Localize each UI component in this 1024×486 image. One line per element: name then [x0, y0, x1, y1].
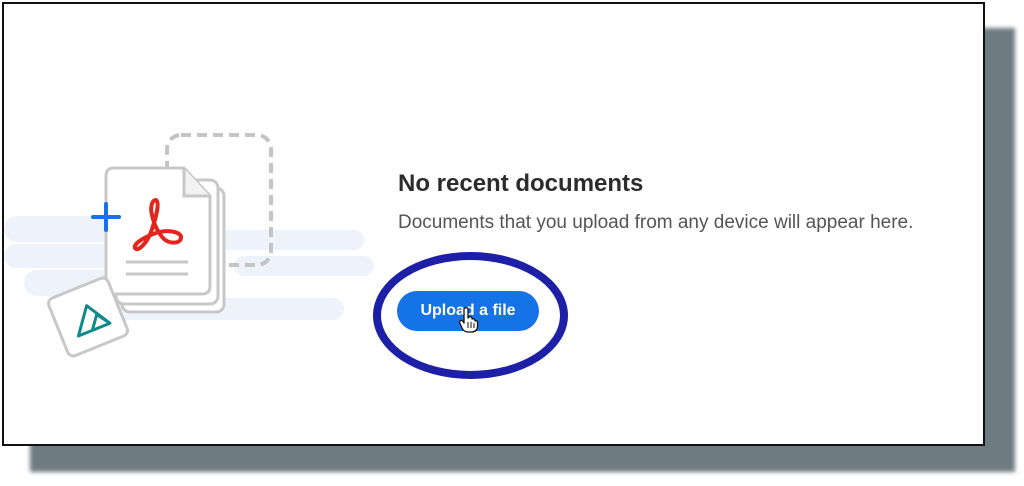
hand-pointer-cursor-icon: [459, 307, 479, 333]
empty-state-panel: No recent documents Documents that you u…: [2, 2, 985, 446]
document-stack-illustration: [4, 133, 374, 358]
empty-state-description: Documents that you upload from any devic…: [398, 212, 914, 233]
page-title: No recent documents: [398, 170, 644, 197]
screenshot-stage: No recent documents Documents that you u…: [0, 0, 1024, 486]
